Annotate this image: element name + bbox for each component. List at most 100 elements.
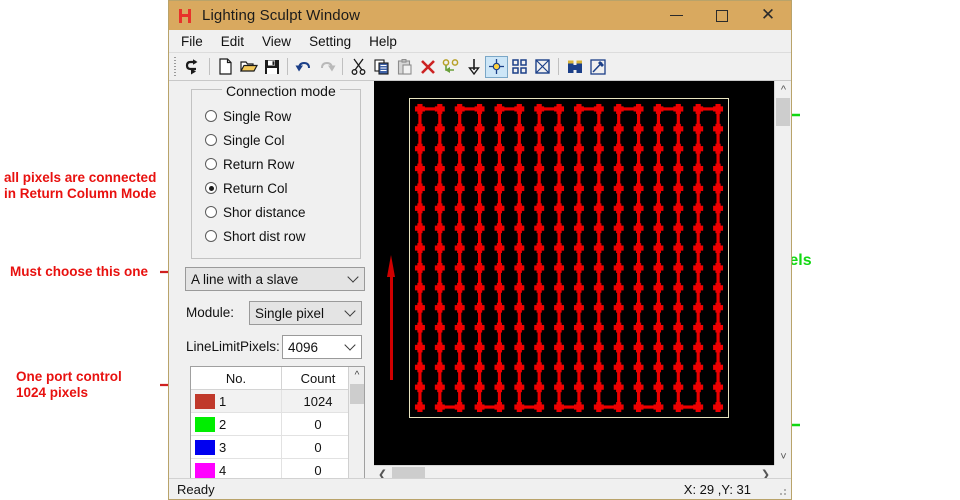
radio-return-row[interactable]: Return Row (192, 152, 360, 176)
chevron-down-icon (346, 341, 355, 350)
radio-return-col[interactable]: Return Col (192, 176, 360, 200)
radio-label: Return Col (223, 180, 288, 196)
application-window: Lighting Sculpt Window ✕ File Edit View … (168, 0, 792, 500)
radio-label: Short dist row (223, 228, 306, 244)
direction-arrow-icon (387, 255, 396, 380)
pixel-grid-svg (414, 103, 724, 413)
radio-label: Return Row (223, 156, 295, 172)
cell-no: 2 (191, 412, 282, 436)
slave-mode-value: A line with a slave (191, 271, 299, 287)
window-controls: ✕ (653, 1, 791, 30)
pixel-canvas[interactable] (374, 81, 774, 465)
close-button[interactable]: ✕ (745, 1, 791, 30)
radio-shor-distance[interactable]: Shor distance (192, 200, 360, 224)
cell-count: 0 (281, 412, 355, 436)
copy-icon[interactable] (370, 56, 393, 78)
vscrollbar-thumb[interactable] (776, 98, 790, 126)
annotation-line-2: in Return Column Mode (4, 186, 157, 201)
status-text: Ready (177, 481, 215, 497)
grid-array-icon[interactable] (508, 56, 531, 78)
status-coordinates: X: 29 ,Y: 31 (683, 481, 751, 497)
table-row[interactable]: 1 1024 (191, 389, 355, 413)
row-number: 1 (219, 393, 227, 409)
column-header-count: Count (281, 367, 355, 390)
point-select-icon[interactable] (485, 55, 508, 78)
line-limit-pixels-label: LineLimitPixels: (186, 339, 280, 354)
canvas-vertical-scrollbar[interactable]: ^ ˅ (774, 81, 791, 465)
toolbar-grip[interactable] (173, 57, 178, 76)
menu-item-edit[interactable]: Edit (221, 34, 244, 49)
scroll-up-icon[interactable]: ^ (775, 81, 792, 98)
table: No. Count 1 1024 2 0 3 0 4 0 (191, 367, 355, 481)
color-swatch (195, 393, 215, 409)
radio-circle-icon (205, 110, 217, 122)
paste-icon[interactable] (393, 56, 416, 78)
open-folder-icon[interactable] (237, 56, 260, 78)
line-limit-pixels-select[interactable]: 4096 (282, 335, 362, 359)
slave-mode-select[interactable]: A line with a slave (185, 267, 365, 291)
color-swatch (195, 462, 215, 478)
canvas-wrapper: ^ ˅ ❮ ❯ (374, 81, 791, 482)
table-scrollbar[interactable]: ^ (348, 367, 364, 481)
radio-circle-icon (205, 230, 217, 242)
cut-scissors-icon[interactable] (347, 56, 370, 78)
table-row[interactable]: 2 0 (191, 412, 355, 436)
menu-item-help[interactable]: Help (369, 34, 397, 49)
cell-count: 0 (281, 435, 355, 459)
tools-icon[interactable] (586, 56, 609, 78)
download-arrow-icon[interactable] (462, 56, 485, 78)
canvas-panel: ^ ˅ ❮ ❯ (374, 81, 791, 482)
chevron-down-icon (349, 273, 358, 282)
new-file-icon[interactable] (214, 56, 237, 78)
connection-mode-title: Connection mode (222, 83, 340, 99)
port-count-table: No. Count 1 1024 2 0 3 0 4 0 ^ (190, 366, 365, 482)
save-disk-icon[interactable] (260, 56, 283, 78)
annotation-line-2: 1024 pixels (16, 385, 89, 400)
radio-label: Shor distance (223, 204, 306, 220)
back-arrow-icon[interactable] (182, 56, 205, 78)
radio-single-row[interactable]: Single Row (192, 104, 360, 128)
color-swatch (195, 416, 215, 432)
maximize-button[interactable] (699, 1, 745, 30)
module-value: Single pixel (255, 305, 325, 321)
resize-grip-icon[interactable] (776, 485, 788, 497)
pixel-grid[interactable] (409, 98, 729, 418)
delete-x-icon[interactable] (416, 56, 439, 78)
connect-nodes-icon[interactable] (439, 56, 462, 78)
title-bar: Lighting Sculpt Window ✕ (169, 1, 791, 30)
line-limit-pixels-value: 4096 (288, 339, 319, 355)
scroll-down-icon[interactable]: ˅ (775, 448, 792, 465)
menu-bar: File Edit View Setting Help (169, 30, 791, 53)
row-number: 4 (219, 462, 227, 478)
scroll-up-icon[interactable]: ^ (349, 367, 364, 384)
cell-no: 3 (191, 435, 282, 459)
annotation-pixels-connected: all pixels are connected in Return Colum… (4, 170, 156, 202)
module-select[interactable]: Single pixel (249, 301, 362, 325)
annotation-line-1: all pixels are connected (4, 170, 157, 185)
module-label: Module: (186, 305, 235, 320)
table-row[interactable]: 3 0 (191, 435, 355, 459)
annotation-line-1: One port control (16, 369, 122, 384)
toolbar (169, 53, 791, 81)
menu-item-setting[interactable]: Setting (309, 34, 351, 49)
boxed-x-icon[interactable] (531, 56, 554, 78)
cell-count: 1024 (281, 389, 355, 413)
binoculars-icon[interactable] (563, 56, 586, 78)
undo-icon[interactable] (292, 56, 315, 78)
menu-item-view[interactable]: View (262, 34, 291, 49)
radio-label: Single Col (223, 132, 285, 148)
toolbar-separator (287, 58, 288, 75)
client-area: Connection mode Single Row Single Col Re… (169, 81, 791, 482)
minimize-button[interactable] (653, 1, 699, 30)
connection-mode-group: Connection mode Single Row Single Col Re… (191, 83, 361, 259)
redo-icon[interactable] (315, 56, 338, 78)
scrollbar-thumb[interactable] (350, 384, 364, 404)
radio-single-col[interactable]: Single Col (192, 128, 360, 152)
status-bar: Ready X: 29 ,Y: 31 (169, 478, 791, 499)
menu-item-file[interactable]: File (181, 34, 203, 49)
annotation-must-choose: Must choose this one (10, 264, 148, 280)
annotation-line-1: Must choose this one (10, 264, 149, 279)
h-logo-icon (177, 7, 195, 25)
radio-short-dist-row[interactable]: Short dist row (192, 224, 360, 248)
color-swatch (195, 439, 215, 455)
